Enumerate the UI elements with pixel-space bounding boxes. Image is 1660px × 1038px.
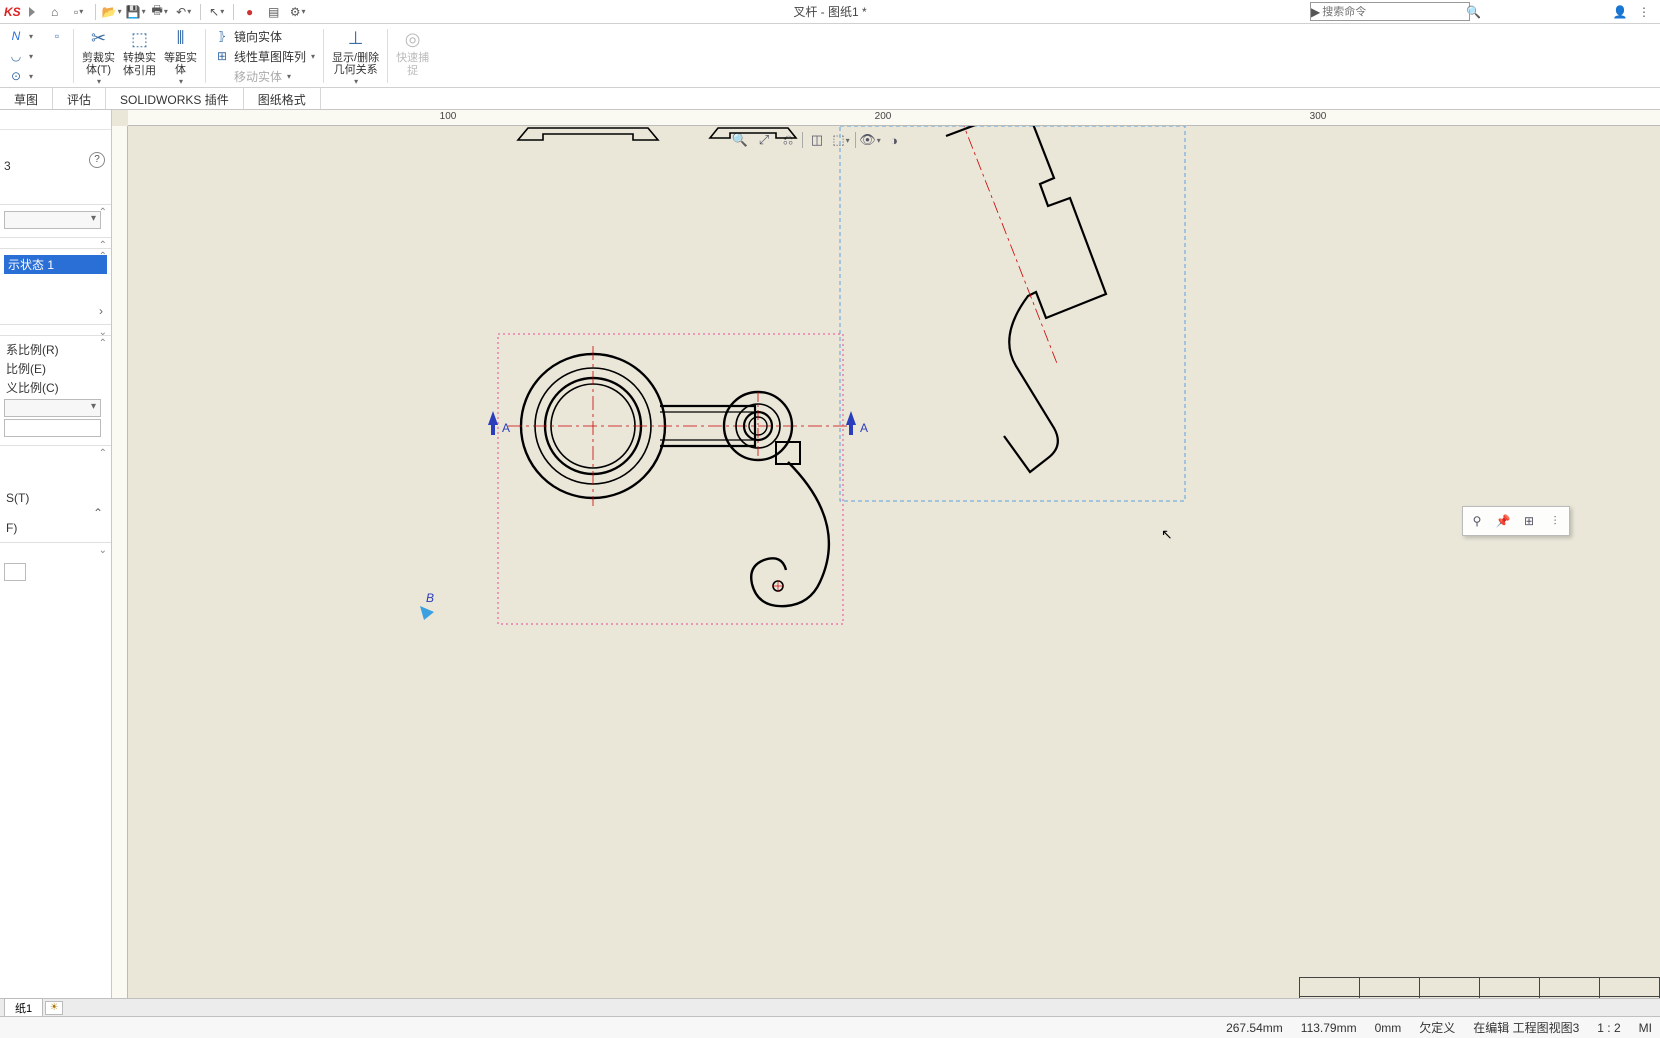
svg-text:A: A [860, 421, 868, 435]
panel-scale-input[interactable] [4, 419, 101, 437]
sheet-tab-1[interactable]: 纸1 [4, 998, 43, 1017]
tab-sketch[interactable]: 草图 [0, 88, 53, 109]
cosmetic-thread-f[interactable]: F) [2, 520, 109, 536]
status-units[interactable]: MI [1639, 1021, 1652, 1035]
move-entities-button: 移动实体▾ [214, 66, 315, 86]
ctx-pin-icon[interactable]: 📌 [1493, 511, 1513, 531]
display-state-selected[interactable]: 示状态 1 [4, 255, 107, 274]
context-toolbar: ⚲ 📌 ⊞ ⫶ [1462, 506, 1570, 536]
section-collapse-5[interactable]: ⌃ [99, 338, 107, 349]
section-collapse-6b[interactable]: ⌃ [2, 506, 109, 520]
drawing-canvas[interactable]: 🔍 ⤢ ⎌ ◫ ⬚▾ 👁▾ ◑ [128, 126, 1660, 1016]
document-title: 叉杆 - 图纸1 * [793, 3, 866, 20]
select-icon[interactable]: ↖▾ [207, 2, 227, 22]
scale-option-c[interactable]: 义比例(C) [2, 378, 109, 397]
user-icon[interactable]: 👤 [1610, 2, 1630, 22]
mirror-entities-button[interactable]: ⦄镜向实体 [214, 26, 315, 46]
status-bar: 267.54mm 113.79mm 0mm 欠定义 在编辑 工程图视图3 1 :… [0, 1016, 1660, 1038]
help-icon[interactable]: ? [89, 152, 105, 168]
view-bbox-2[interactable] [840, 126, 1185, 501]
add-sheet-button[interactable]: ☀ [45, 1001, 63, 1015]
panel-small-input[interactable] [4, 563, 26, 581]
quick-snap-button: ◎快速捕 捉 [392, 26, 433, 86]
spline-tool[interactable]: N▾▫ [8, 26, 65, 46]
status-editing: 在编辑 工程图视图3 [1473, 1019, 1579, 1036]
section-marker-b[interactable]: B [420, 591, 434, 620]
new-icon[interactable]: ▫▾ [69, 2, 89, 22]
rebuild-icon[interactable]: ● [240, 2, 260, 22]
mirror-group: ⦄镜向实体 ⊞线性草图阵列▾ 移动实体▾ [210, 26, 319, 86]
dim-type-t[interactable]: S(T) [2, 490, 109, 506]
scale-option-r[interactable]: 系比例(R) [2, 340, 109, 359]
settings-icon[interactable]: ⚙▾ [288, 2, 308, 22]
convert-entities-button[interactable]: ⬚转换实 体引用 [119, 26, 160, 86]
property-panel: 3 ? ⌃ ⌃ ⌃ 示状态 1 › ⌄ ⌃ 系比例(R) 比例(E) 义比例(C… [0, 110, 112, 1016]
search-icon[interactable]: 🔍 [1466, 5, 1481, 19]
drawing-svg: A A B [128, 126, 1660, 1016]
app-logo: KS [4, 5, 21, 19]
more-icon[interactable]: ⋮ [1634, 2, 1654, 22]
list-expand-arrow[interactable]: › [2, 304, 109, 318]
panel-scale-dropdown[interactable] [4, 399, 101, 417]
status-defined: 欠定义 [1419, 1019, 1455, 1036]
status-y: 113.79mm [1301, 1021, 1357, 1035]
view-bbox-1[interactable] [498, 334, 843, 624]
command-search[interactable]: ▶ 🔍 [1310, 2, 1470, 21]
scale-option-e[interactable]: 比例(E) [2, 359, 109, 378]
ctx-grid-icon[interactable]: ⊞ [1519, 511, 1539, 531]
drawing-canvas-area: 100 200 300 🔍 ⤢ ⎌ ◫ ⬚▾ 👁▾ ◑ [112, 110, 1660, 1016]
print-icon[interactable]: 🖶▾ [150, 2, 170, 22]
linear-pattern-button[interactable]: ⊞线性草图阵列▾ [214, 46, 315, 66]
vertical-ruler [112, 126, 128, 1016]
tab-addins[interactable]: SOLIDWORKS 插件 [106, 88, 244, 109]
sketch-spline-group: N▾▫ ◡▾ ⊙▾ [4, 26, 69, 86]
offset-entities-button[interactable]: ⫴等距实 体▾ [160, 26, 201, 86]
display-delete-relations-button[interactable]: ⊥显示/删除 几何关系▾ [328, 26, 383, 86]
home-icon[interactable]: ⌂ [45, 2, 65, 22]
section-collapse-7[interactable]: ⌄ [99, 545, 107, 556]
section-collapse-6[interactable]: ⌃ [99, 448, 107, 459]
undo-icon[interactable]: ↶▾ [174, 2, 194, 22]
search-play-icon: ▶ [1311, 5, 1320, 19]
search-input[interactable] [1320, 6, 1466, 18]
svg-text:A: A [502, 421, 510, 435]
arc-tool[interactable]: ⊙▾ [8, 66, 65, 86]
conic-tool[interactable]: ◡▾ [8, 46, 65, 66]
horizontal-ruler: 100 200 300 [128, 110, 1660, 126]
ctx-zoom-icon[interactable]: ⚲ [1467, 511, 1487, 531]
tab-sheet-format[interactable]: 图纸格式 [244, 88, 321, 109]
doc-icon[interactable]: ▤ [264, 2, 284, 22]
panel-dropdown-1[interactable] [4, 211, 101, 229]
status-scale[interactable]: 1 : 2 [1597, 1021, 1620, 1035]
status-z: 0mm [1375, 1021, 1402, 1035]
logo-menu-arrow[interactable] [29, 7, 35, 17]
open-icon[interactable]: 📂▾ [102, 2, 122, 22]
ctx-more-icon[interactable]: ⫶ [1545, 511, 1565, 531]
section-marker-a-right[interactable]: A [846, 411, 868, 435]
svg-text:B: B [426, 591, 434, 605]
section-marker-a-left[interactable]: A [488, 411, 510, 435]
trim-entities-button[interactable]: ✂剪裁实 体(T)▾ [78, 26, 119, 86]
section-collapse-3[interactable]: ⌃ [99, 251, 107, 262]
tab-evaluate[interactable]: 评估 [53, 88, 106, 109]
status-x: 267.54mm [1226, 1021, 1283, 1035]
save-icon[interactable]: 💾▾ [126, 2, 146, 22]
